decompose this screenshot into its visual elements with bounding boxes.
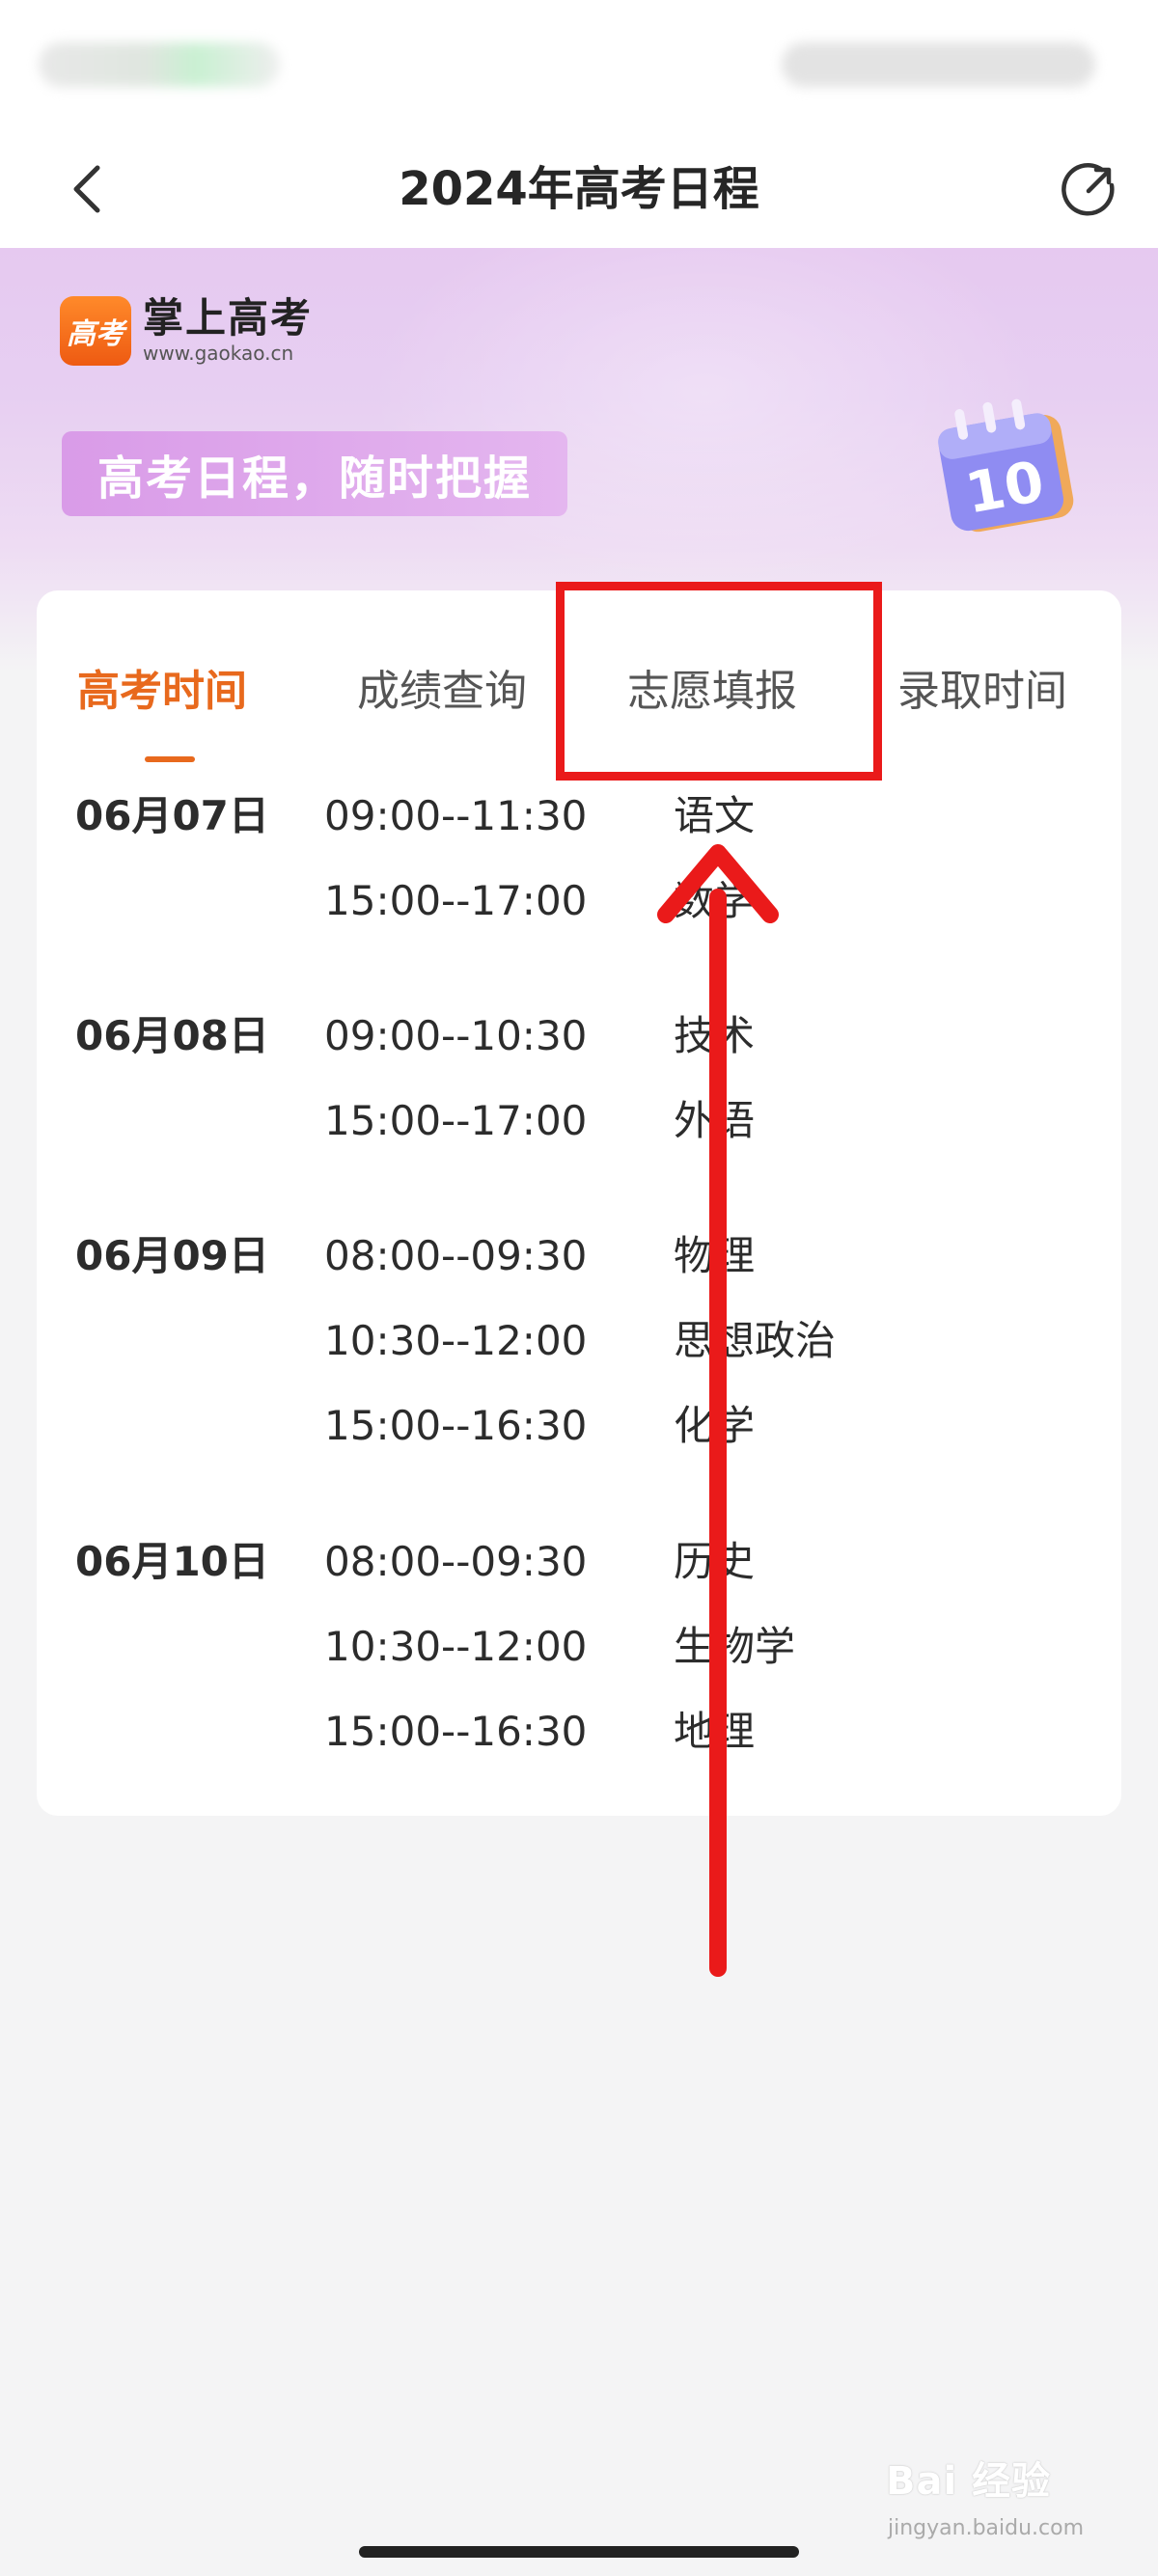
- calendar-icon: 10: [938, 398, 1074, 533]
- watermark-text: Bai 经验: [886, 2459, 1052, 2504]
- status-bar-left-blurred: [39, 42, 280, 87]
- schedule-day: 06月09日 08:00--09:30 物理 10:30--12:00 思想政治…: [37, 1214, 1121, 1520]
- slogan-banner: 高考日程，随时把握: [62, 431, 567, 516]
- status-bar-right-blurred: [782, 42, 1095, 87]
- session-time: 09:00--10:30: [324, 1012, 588, 1059]
- active-tab-indicator: [145, 756, 195, 762]
- schedule-row: 09:00--10:30 技术: [37, 994, 1121, 1079]
- home-indicator[interactable]: [359, 2546, 799, 2558]
- slogan-text: 高考日程，随时把握: [96, 452, 532, 506]
- page-title: 2024年高考日程: [399, 162, 759, 216]
- nav-bar: 2024年高考日程: [0, 130, 1158, 248]
- session-time: 10:30--12:00: [324, 1317, 588, 1364]
- schedule-row: 10:30--12:00 生物学: [37, 1604, 1121, 1689]
- annotation-highlight-box: [556, 582, 882, 781]
- schedule-row: 08:00--09:30 物理: [37, 1214, 1121, 1299]
- session-time: 10:30--12:00: [324, 1623, 588, 1670]
- schedule-day: 06月08日 09:00--10:30 技术 15:00--17:00 外语: [37, 994, 1121, 1214]
- session-time: 09:00--11:30: [324, 792, 588, 839]
- session-time: 15:00--17:00: [324, 1097, 588, 1144]
- schedule-row: 10:30--12:00 思想政治: [37, 1299, 1121, 1384]
- logo-text: 掌上高考 www.gaokao.cn: [143, 294, 314, 366]
- logo-url: www.gaokao.cn: [143, 342, 294, 365]
- schedule-row: 15:00--17:00 外语: [37, 1079, 1121, 1164]
- session-time: 08:00--09:30: [324, 1232, 588, 1279]
- schedule-row: 15:00--16:30 地理: [37, 1689, 1121, 1774]
- tab-exam-time[interactable]: 高考时间: [66, 648, 259, 735]
- session-time: 15:00--16:30: [324, 1708, 588, 1755]
- schedule-row: 15:00--16:30 化学: [37, 1384, 1121, 1468]
- schedule-day: 06月10日 08:00--09:30 历史 10:30--12:00 生物学 …: [37, 1520, 1121, 1809]
- tab-admission-time[interactable]: 录取时间: [886, 648, 1079, 735]
- session-time: 15:00--16:30: [324, 1402, 588, 1449]
- logo-mark-icon: 高考: [60, 296, 131, 366]
- schedule-row: 15:00--17:00 数学: [37, 859, 1121, 944]
- tab-score-query[interactable]: 成绩查询: [345, 648, 538, 735]
- session-time: 08:00--09:30: [324, 1538, 588, 1585]
- baidu-watermark: Bai 经验: [886, 2439, 1127, 2516]
- annotation-arrow-icon: [657, 844, 779, 1977]
- schedule-day: 06月07日 09:00--11:30 语文 15:00--17:00 数学: [37, 774, 1121, 994]
- calendar-number: 10: [961, 449, 1049, 527]
- gaokao-logo: 高考 掌上高考 www.gaokao.cn: [60, 296, 313, 366]
- share-icon[interactable]: [1057, 157, 1120, 221]
- schedule-list: 06月07日 09:00--11:30 语文 15:00--17:00 数学 0…: [37, 774, 1121, 1809]
- session-time: 15:00--17:00: [324, 877, 588, 924]
- logo-name: 掌上高考: [143, 294, 314, 342]
- back-icon[interactable]: [58, 157, 116, 221]
- schedule-row: 08:00--09:30 历史: [37, 1520, 1121, 1604]
- schedule-row: 09:00--11:30 语文: [37, 774, 1121, 859]
- status-bar: [0, 0, 1158, 130]
- watermark-url: jingyan.baidu.com: [888, 2516, 1085, 2540]
